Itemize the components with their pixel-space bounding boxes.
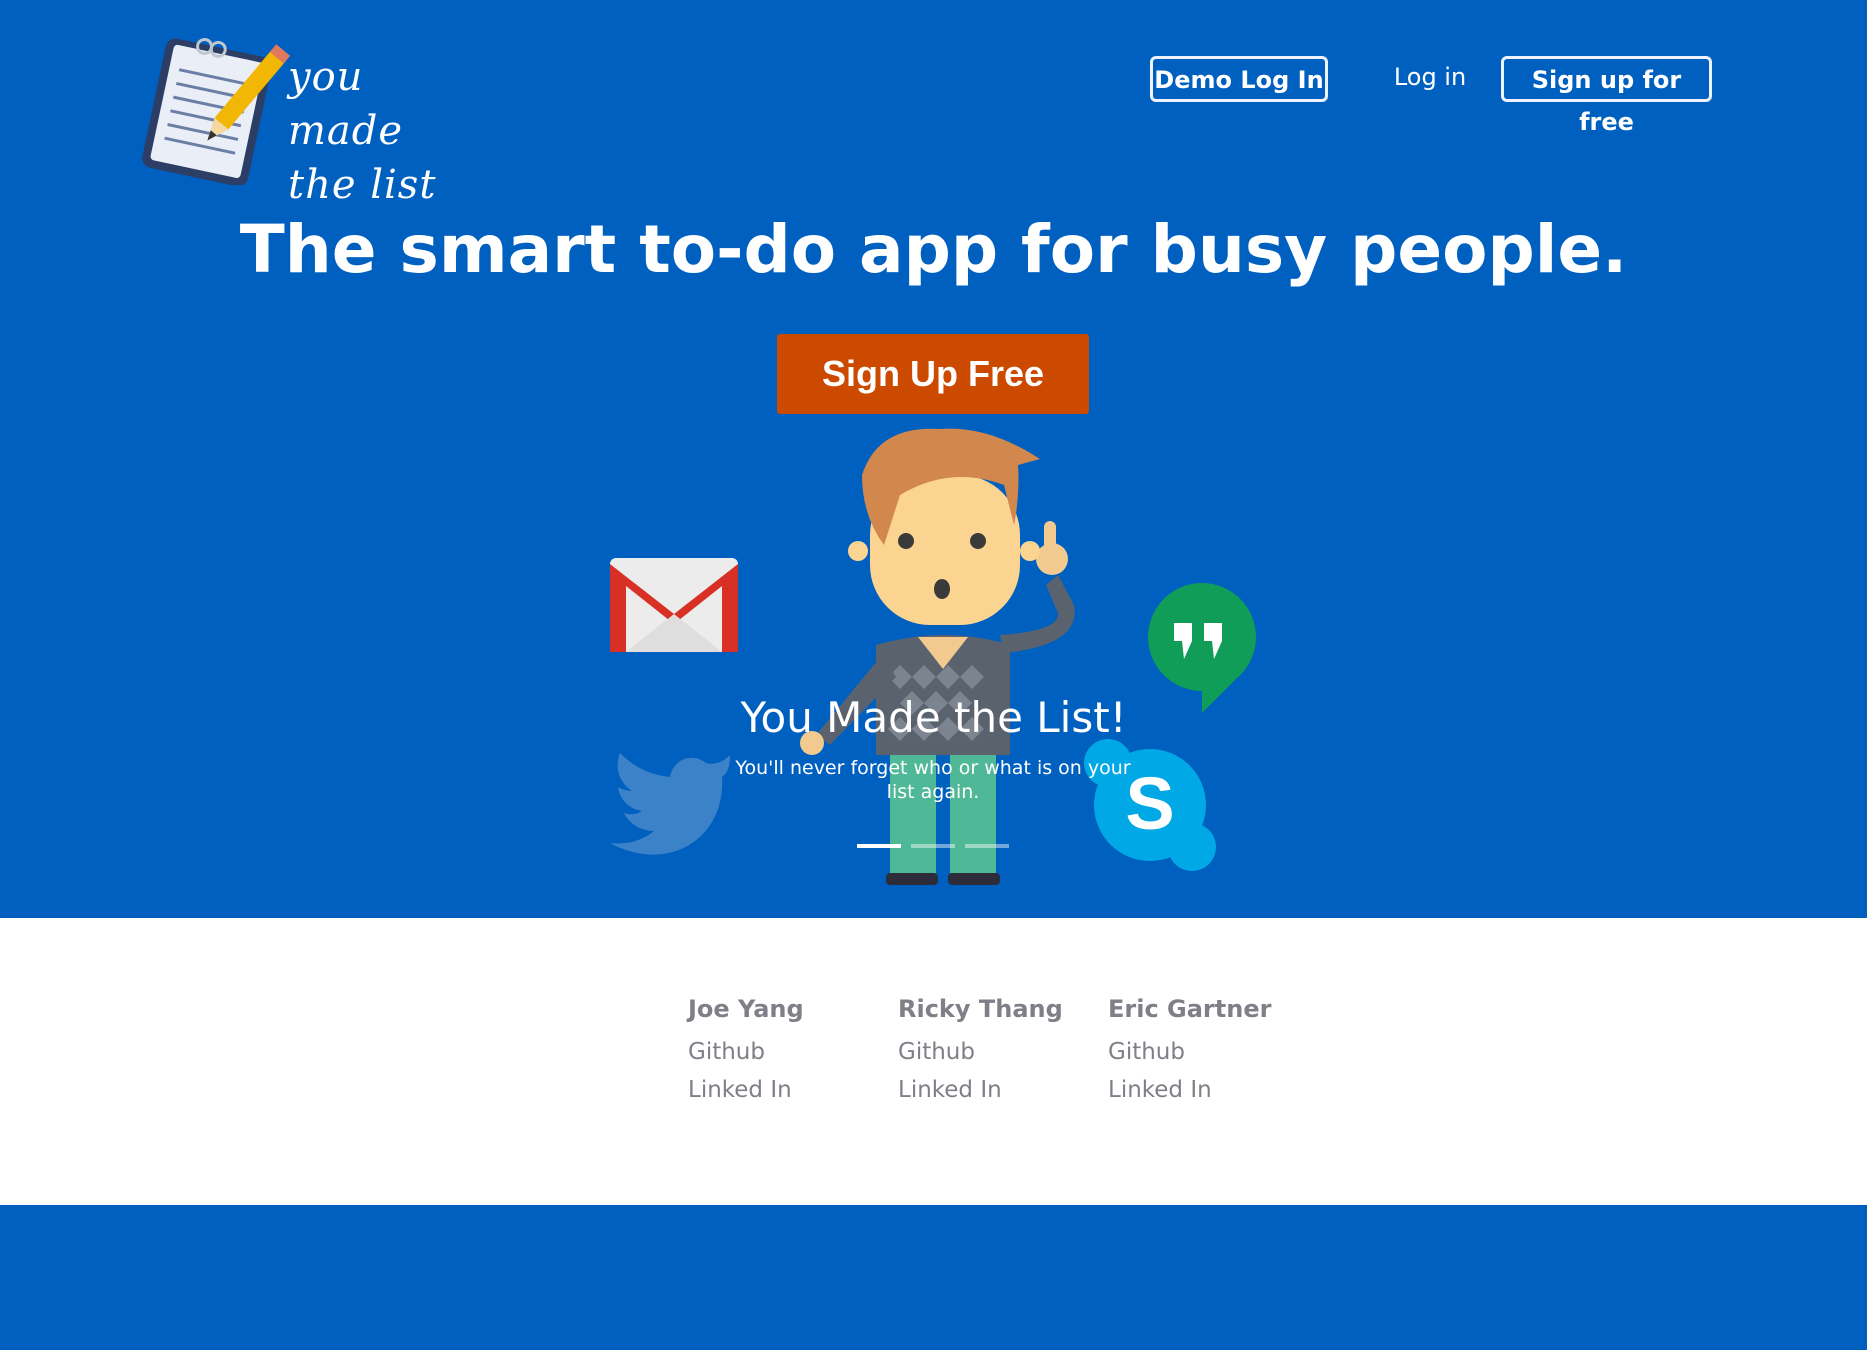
linkedin-link[interactable]: Linked In (688, 1072, 888, 1108)
logo-text: you made the list (288, 54, 437, 208)
logo[interactable]: you made the list (140, 30, 450, 208)
team-member-joe: Joe Yang Github Linked In (688, 992, 888, 1108)
twitter-icon (610, 753, 730, 855)
hero-headline: The smart to-do app for busy people. (239, 211, 1628, 288)
demo-login-button[interactable]: Demo Log In (1150, 56, 1328, 102)
github-link[interactable]: Github (1108, 1034, 1308, 1070)
carousel-title: You Made the List! (740, 693, 1127, 742)
bottom-band (0, 1205, 1867, 1350)
notepad-pencil-icon (142, 37, 290, 185)
signup-nav-button[interactable]: Sign up for free (1501, 56, 1712, 136)
signup-free-button[interactable]: Sign Up Free (777, 334, 1089, 414)
github-link[interactable]: Github (688, 1034, 888, 1070)
team-member-name: Ricky Thang (898, 995, 1063, 1023)
character-illustration (800, 428, 1075, 885)
carousel-indicator-2[interactable] (911, 844, 955, 848)
hero-illustration: S (610, 428, 1256, 885)
linkedin-link[interactable]: Linked In (898, 1072, 1098, 1108)
gmail-icon (610, 558, 738, 652)
linkedin-link[interactable]: Linked In (1108, 1072, 1308, 1108)
carousel-indicator-3[interactable] (965, 844, 1009, 848)
carousel-indicator-1[interactable] (857, 844, 901, 848)
team-member-name: Joe Yang (688, 995, 804, 1023)
hero-section: you made the list Demo Log In Log in Sig… (0, 0, 1867, 918)
team-member-name: Eric Gartner (1108, 995, 1272, 1023)
carousel-description: You'll never forget who or what is on yo… (735, 757, 1131, 803)
login-link[interactable]: Log in (1370, 56, 1490, 102)
github-link[interactable]: Github (898, 1034, 1098, 1070)
team-member-eric: Eric Gartner Github Linked In (1108, 992, 1308, 1108)
team-member-ricky: Ricky Thang Github Linked In (898, 992, 1098, 1108)
